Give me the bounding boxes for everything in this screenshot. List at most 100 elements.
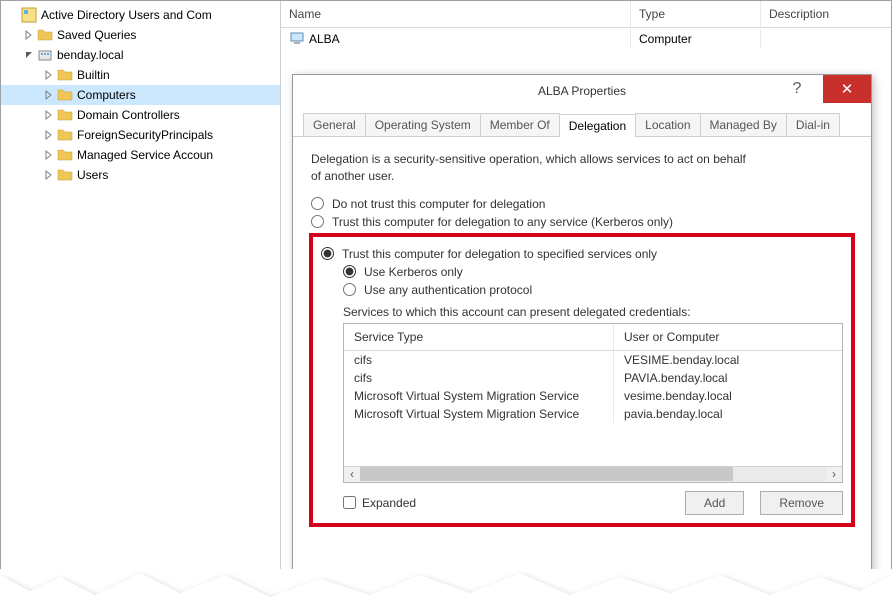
services-list[interactable]: Service Type User or Computer cifsVESIME… (343, 323, 843, 483)
service-row[interactable]: Microsoft Virtual System Migration Servi… (344, 387, 842, 405)
tab-location[interactable]: Location (635, 113, 700, 136)
service-row[interactable]: Microsoft Virtual System Migration Servi… (344, 405, 842, 423)
collapsed-icon[interactable] (41, 110, 57, 120)
collapsed-icon[interactable] (41, 130, 57, 140)
list-row[interactable]: ALBA Computer (281, 28, 891, 50)
domain-icon (37, 47, 53, 63)
tree-label: ForeignSecurityPrincipals (77, 128, 213, 142)
expanded-icon[interactable] (21, 50, 37, 60)
tree-label: Users (77, 168, 108, 182)
list-header: Name Type Description (281, 1, 891, 28)
remove-button[interactable]: Remove (760, 491, 843, 515)
tree-label: Builtin (77, 68, 110, 82)
help-button[interactable]: ? (777, 75, 817, 103)
tree-label: Active Directory Users and Com (41, 8, 212, 22)
tree-node-users[interactable]: Users (1, 165, 280, 185)
scroll-right-icon[interactable]: › (826, 467, 842, 481)
tree-node-builtin[interactable]: Builtin (1, 65, 280, 85)
add-button[interactable]: Add (685, 491, 744, 515)
checkbox-input[interactable] (343, 496, 356, 509)
radio-input[interactable] (311, 215, 324, 228)
services-label: Services to which this account can prese… (343, 305, 843, 319)
tree-root[interactable]: Active Directory Users and Com (1, 5, 280, 25)
collapsed-icon[interactable] (41, 90, 57, 100)
service-row[interactable]: cifsVESIME.benday.local (344, 351, 842, 369)
col-desc[interactable]: Description (761, 1, 891, 27)
service-type: Microsoft Virtual System Migration Servi… (344, 387, 614, 405)
radio-input[interactable] (321, 247, 334, 260)
delegation-description: Delegation is a security-sensitive opera… (311, 151, 751, 185)
radio-trust-any[interactable]: Trust this computer for delegation to an… (311, 215, 853, 229)
folder-icon (57, 87, 73, 103)
collapsed-icon[interactable] (41, 70, 57, 80)
radio-input[interactable] (343, 265, 356, 278)
col-type[interactable]: Type (631, 1, 761, 27)
radio-label: Use any authentication protocol (364, 283, 532, 297)
horizontal-scrollbar[interactable]: ‹ › (344, 466, 842, 482)
service-target: pavia.benday.local (614, 405, 842, 423)
tab-general[interactable]: General (303, 113, 366, 136)
radio-label: Use Kerberos only (364, 265, 463, 279)
radio-any-protocol[interactable]: Use any authentication protocol (343, 283, 843, 297)
scroll-left-icon[interactable]: ‹ (344, 467, 360, 481)
tree-label: Managed Service Accoun (77, 148, 213, 162)
tab-dial-in[interactable]: Dial-in (786, 113, 840, 136)
scroll-track[interactable] (360, 467, 826, 481)
row-name: ALBA (309, 32, 340, 46)
checkbox-label: Expanded (362, 496, 416, 510)
col-name[interactable]: Name (281, 1, 631, 27)
tab-delegation: Delegation is a security-sensitive opera… (293, 137, 871, 541)
tree-saved-queries[interactable]: Saved Queries (1, 25, 280, 45)
tree-label: Domain Controllers (77, 108, 180, 122)
folder-icon (57, 167, 73, 183)
radio-input[interactable] (343, 283, 356, 296)
nav-tree[interactable]: Active Directory Users and Com Saved Que… (1, 1, 281, 603)
tree-node-domain-controllers[interactable]: Domain Controllers (1, 105, 280, 125)
radio-label: Trust this computer for delegation to sp… (342, 247, 657, 261)
tab-operating-system[interactable]: Operating System (365, 113, 481, 136)
dialog-title: ALBA Properties (538, 84, 626, 98)
folder-icon (57, 127, 73, 143)
radio-label: Do not trust this computer for delegatio… (332, 197, 545, 211)
highlight-box: Trust this computer for delegation to sp… (309, 233, 855, 527)
collapsed-icon[interactable] (41, 150, 57, 160)
folder-icon (57, 147, 73, 163)
col-user-computer[interactable]: User or Computer (614, 324, 842, 350)
service-type: Microsoft Virtual System Migration Servi… (344, 405, 614, 423)
radio-label: Trust this computer for delegation to an… (332, 215, 673, 229)
service-type: cifs (344, 369, 614, 387)
tree-node-foreignsecurityprincipals[interactable]: ForeignSecurityPrincipals (1, 125, 280, 145)
radio-no-trust[interactable]: Do not trust this computer for delegatio… (311, 197, 853, 211)
service-target: VESIME.benday.local (614, 351, 842, 369)
service-target: vesime.benday.local (614, 387, 842, 405)
dialog-titlebar[interactable]: ALBA Properties ? ✕ (293, 75, 871, 107)
row-desc (761, 37, 891, 41)
radio-kerberos-only[interactable]: Use Kerberos only (343, 265, 843, 279)
tree-node-managed-service-accoun[interactable]: Managed Service Accoun (1, 145, 280, 165)
torn-edge (0, 569, 892, 603)
tree-label: Saved Queries (57, 28, 136, 42)
tree-domain[interactable]: benday.local (1, 45, 280, 65)
services-header: Service Type User or Computer (344, 324, 842, 351)
folder-icon (57, 107, 73, 123)
collapsed-icon[interactable] (41, 170, 57, 180)
scroll-thumb[interactable] (360, 467, 733, 481)
tree-label: Computers (77, 88, 136, 102)
expanded-checkbox[interactable]: Expanded (343, 496, 416, 510)
tab-managed-by[interactable]: Managed By (700, 113, 787, 136)
service-target: PAVIA.benday.local (614, 369, 842, 387)
tab-delegation[interactable]: Delegation (559, 114, 636, 137)
col-service-type[interactable]: Service Type (344, 324, 614, 350)
close-button[interactable]: ✕ (823, 75, 871, 103)
radio-trust-specified[interactable]: Trust this computer for delegation to sp… (321, 247, 843, 261)
tab-member-of[interactable]: Member Of (480, 113, 560, 136)
tree-node-computers[interactable]: Computers (1, 85, 280, 105)
radio-input[interactable] (311, 197, 324, 210)
folder-icon (37, 27, 53, 43)
aduc-icon (21, 7, 37, 23)
folder-icon (57, 67, 73, 83)
tree-label: benday.local (57, 48, 124, 62)
service-row[interactable]: cifsPAVIA.benday.local (344, 369, 842, 387)
service-type: cifs (344, 351, 614, 369)
collapsed-icon[interactable] (21, 30, 37, 40)
